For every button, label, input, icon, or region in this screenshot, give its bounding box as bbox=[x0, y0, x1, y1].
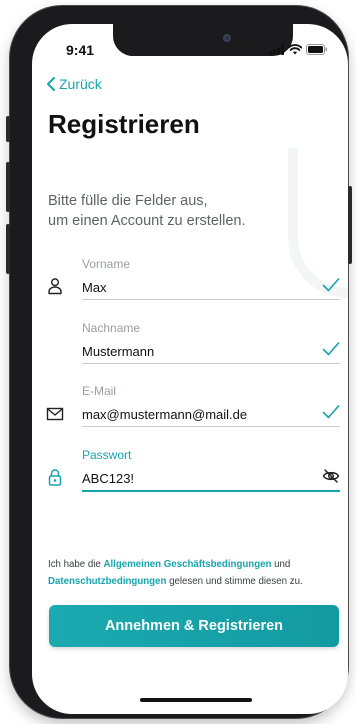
agb-link[interactable]: Allgemeinen Geschäftsbedingungen bbox=[103, 559, 271, 570]
privacy-link[interactable]: Datenschutzbedingungen bbox=[48, 576, 166, 587]
page-subtitle: Bitte fülle die Felder aus, um einen Acc… bbox=[48, 191, 308, 231]
subtitle-line-1: Bitte fülle die Felder aus, bbox=[48, 193, 208, 209]
email-check-icon bbox=[322, 405, 340, 419]
eye-slash-icon[interactable] bbox=[322, 468, 340, 484]
status-icons bbox=[269, 44, 328, 55]
status-time: 9:41 bbox=[66, 42, 95, 58]
last-name-field: Nachname bbox=[82, 321, 340, 364]
password-field: Passwort bbox=[48, 448, 340, 492]
terms-middle: und bbox=[271, 559, 291, 570]
volume-down-button bbox=[6, 224, 10, 274]
silent-switch bbox=[6, 116, 10, 142]
person-icon bbox=[48, 278, 62, 295]
first-name-field: Vorname bbox=[48, 257, 340, 300]
password-row bbox=[48, 468, 340, 492]
last-name-label: Nachname bbox=[82, 321, 141, 335]
first-name-row bbox=[48, 277, 340, 300]
page-title: Registrieren bbox=[48, 109, 200, 139]
wifi-icon bbox=[288, 44, 302, 55]
first-name-input[interactable] bbox=[82, 277, 302, 297]
last-name-input[interactable] bbox=[82, 341, 302, 361]
power-button bbox=[348, 186, 352, 264]
back-button[interactable]: Zurück bbox=[46, 76, 102, 92]
password-label: Passwort bbox=[82, 448, 132, 462]
last-name-row bbox=[82, 341, 340, 364]
home-indicator bbox=[140, 698, 252, 702]
email-row bbox=[46, 404, 340, 427]
back-chevron-icon bbox=[47, 77, 55, 91]
volume-up-button bbox=[6, 162, 10, 212]
password-input[interactable] bbox=[82, 468, 302, 488]
notch bbox=[113, 24, 293, 56]
lock-icon bbox=[48, 469, 62, 486]
terms-prefix: Ich habe die bbox=[48, 559, 104, 570]
front-camera bbox=[223, 34, 231, 42]
subtitle-line-2: um einen Account zu erstellen. bbox=[48, 213, 246, 229]
terms-text: Ich habe die Allgemeinen Geschäftsbeding… bbox=[48, 556, 348, 590]
email-field: E-Mail bbox=[46, 384, 340, 427]
app-screen: 9:41 Zurück Registrieren Bitte fülle die… bbox=[32, 24, 348, 714]
envelope-icon bbox=[46, 407, 64, 421]
signal-icon bbox=[269, 44, 284, 55]
battery-icon bbox=[306, 44, 327, 55]
email-input[interactable] bbox=[82, 404, 302, 424]
accept-register-button[interactable]: Annehmen & Registrieren bbox=[49, 605, 339, 647]
phone-frame: 9:41 Zurück Registrieren Bitte fülle die… bbox=[6, 6, 352, 718]
email-label: E-Mail bbox=[82, 384, 117, 398]
terms-suffix: gelesen und stimme diesen zu. bbox=[166, 576, 303, 587]
back-label: Zurück bbox=[59, 76, 102, 92]
first-name-check-icon bbox=[322, 278, 340, 292]
first-name-label: Vorname bbox=[82, 257, 131, 271]
last-name-check-icon bbox=[322, 342, 340, 356]
